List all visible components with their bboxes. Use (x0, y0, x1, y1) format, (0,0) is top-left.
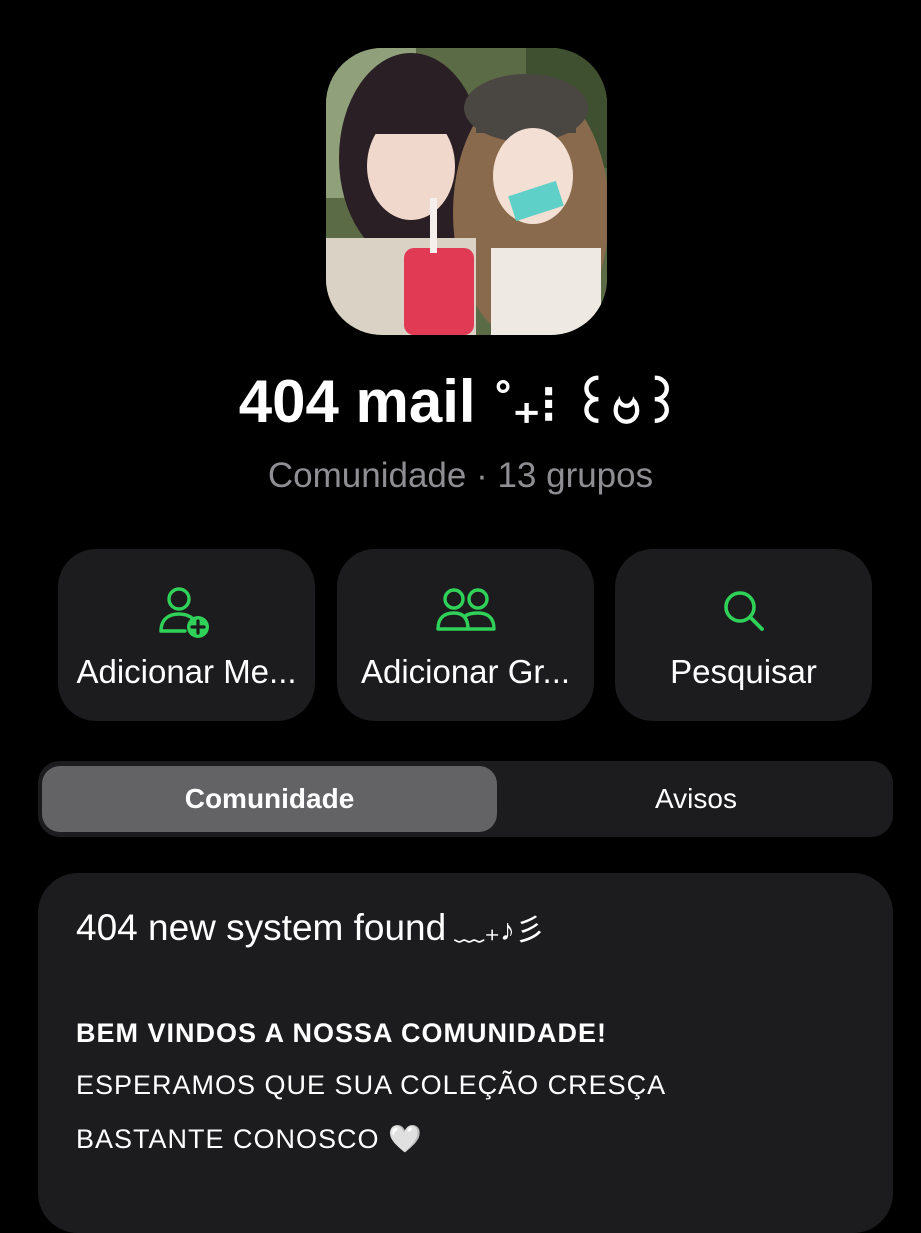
search-icon (712, 585, 776, 641)
add-member-button[interactable]: Adicionar Me... (58, 549, 315, 721)
community-title: 404 mail ˚₊⁝ ꒰ဗ꒱ (0, 366, 921, 448)
tab-avisos[interactable]: Avisos (503, 766, 889, 832)
community-avatar[interactable] (326, 48, 607, 335)
description-line-1: BEM VINDOS A NOSSA COMUNIDADE! (76, 1018, 608, 1048)
community-tabs: Comunidade Avisos (38, 761, 893, 837)
search-label: Pesquisar (670, 653, 817, 690)
search-button[interactable]: Pesquisar (615, 549, 872, 721)
community-name-decoration: ˚₊⁝ ꒰ဗ꒱ (495, 376, 683, 434)
description-headline-decoration: ﹏₊♪彡 (454, 914, 546, 947)
community-name: 404 mail (238, 368, 476, 435)
description-line-2: ESPERAMOS QUE SUA COLEÇÃO CRESÇA (76, 1070, 667, 1100)
description-headline: 404 new system found ﹏₊♪彡 (76, 905, 545, 949)
add-group-button[interactable]: Adicionar Gr... (337, 549, 594, 721)
community-subtitle: Comunidade · 13 grupos (267, 456, 654, 495)
add-person-icon (155, 585, 219, 641)
tab-comunidade[interactable]: Comunidade (42, 766, 497, 832)
add-member-label: Adicionar Me... (76, 653, 297, 690)
description-headline-text: 404 new system found (76, 907, 447, 948)
description-line-3: BASTANTE CONOSCO 🤍 (76, 1124, 423, 1154)
community-description-card: 404 new system found ﹏₊♪彡 BEM VINDOS A NO… (38, 873, 893, 1233)
group-icon (434, 585, 498, 641)
add-group-label: Adicionar Gr... (360, 653, 571, 690)
avatar-photo (326, 48, 607, 335)
